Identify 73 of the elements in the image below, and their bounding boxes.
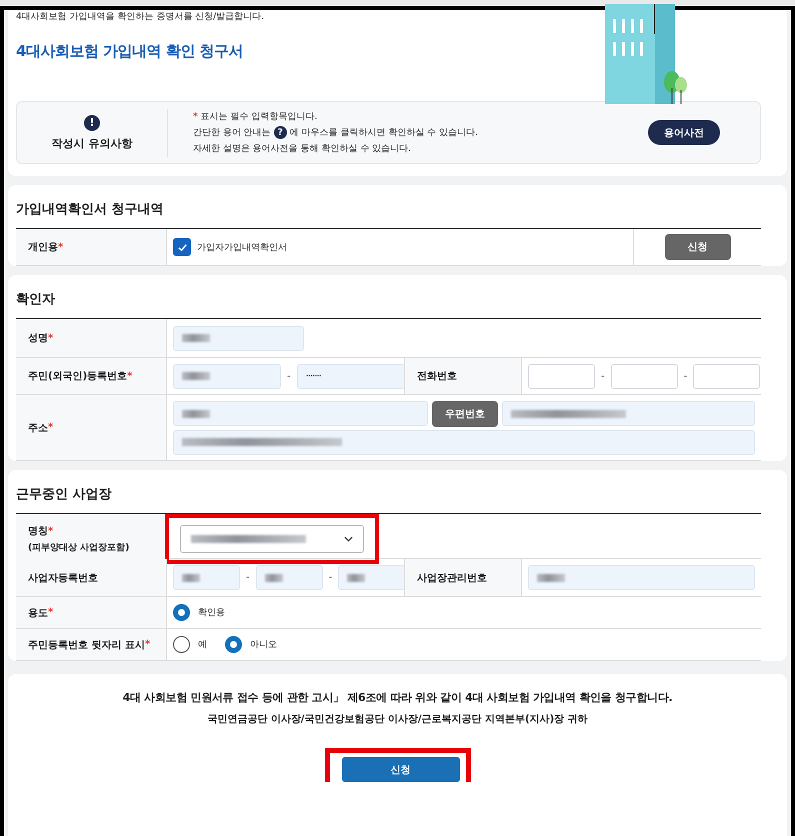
notice-text: 간단한 용어 안내는 — [193, 127, 271, 139]
blurred-value — [537, 574, 565, 582]
blurred-value — [264, 574, 283, 582]
checkbox-label: 가입자가입내역확인서 — [197, 242, 287, 254]
glossary-button[interactable]: 용어사전 — [648, 120, 720, 145]
field-label: 성명 — [28, 332, 48, 345]
required-mark: * — [127, 370, 132, 382]
section-heading: 확인자 — [16, 291, 56, 309]
blurred-value — [347, 574, 366, 582]
input-field[interactable] — [173, 565, 240, 590]
field-label: 개인용 — [28, 241, 58, 254]
field-label: 주민등록번호 뒷자리 표시 — [28, 638, 145, 652]
submit-button[interactable]: 신청 — [342, 757, 460, 782]
field-label: 주소 — [28, 422, 48, 434]
apply-button[interactable]: 신청 — [664, 234, 730, 260]
input-field[interactable]: ······· — [296, 364, 405, 388]
input-field[interactable] — [610, 364, 678, 388]
addressee-text: 국민연금공단 이사장/국민건강보험공단 이사장/근로복지공단 지역본부(지사)장 귀하 — [207, 713, 588, 726]
input-field[interactable] — [693, 364, 760, 388]
warning-icon: ! — [84, 114, 100, 130]
blurred-value — [182, 334, 210, 342]
radio-button[interactable] — [173, 604, 190, 621]
separator: - — [287, 370, 291, 382]
chevron-down-icon — [344, 536, 353, 542]
required-mark: * — [58, 242, 64, 252]
required-mark: * — [48, 332, 54, 344]
input-field[interactable] — [528, 565, 755, 590]
notice-text: 에 마우스를 클릭하시면 확인하실 수 있습니다. — [290, 127, 478, 139]
checkbox[interactable] — [173, 238, 191, 256]
radio-label: 예 — [198, 639, 207, 651]
separator: - — [601, 370, 605, 382]
page-title: 4대사회보험 가입내역 확인 청구서 — [16, 41, 244, 61]
field-note: (피부양대상 사업장포함) — [28, 542, 130, 554]
radio-label: 아니오 — [250, 639, 277, 651]
field-label: 용도 — [28, 606, 48, 620]
input-field[interactable] — [502, 401, 755, 426]
required-mark: * — [48, 422, 54, 433]
separator: - — [246, 572, 250, 583]
notice-text: 표시는 필수 입력항목입니다. — [200, 111, 318, 123]
required-mark: * — [48, 607, 54, 618]
field-label: 명칭 — [28, 526, 48, 537]
intro-text: 4대사회보험 가입내역을 확인하는 증명서를 신청/발급합니다. — [16, 11, 266, 23]
input-field[interactable] — [173, 430, 755, 454]
statement-text: 4대 사회보험 민원서류 접수 등에 관한 고시」 제6조에 따라 위와 같이 4대 사회보험 가입내역 확인을 청구합니다. — [122, 690, 672, 705]
notice-text: 자세한 설명은 용어사전을 통해 확인하실 수 있습니다. — [193, 143, 412, 155]
blurred-value — [182, 372, 210, 380]
field-label: 사업장관리번호 — [417, 572, 487, 584]
field-label: 전화번호 — [417, 370, 457, 383]
field-label: 주민(외국인)등록번호 — [28, 370, 128, 383]
input-field[interactable] — [338, 565, 406, 590]
help-icon[interactable]: ? — [274, 126, 287, 139]
radio-button[interactable] — [173, 636, 190, 653]
field-label: 사업자등록번호 — [28, 572, 98, 584]
postcode-button[interactable]: 우편번호 — [432, 400, 498, 426]
blurred-value — [182, 410, 210, 418]
input-field[interactable] — [173, 401, 428, 426]
separator: - — [684, 370, 688, 382]
radio-label: 확인용 — [198, 607, 225, 619]
required-mark: * — [144, 639, 150, 650]
input-field[interactable] — [173, 326, 304, 350]
input-field[interactable] — [256, 565, 323, 590]
required-mark: * — [193, 112, 198, 122]
required-mark: * — [48, 526, 54, 537]
check-icon — [176, 242, 188, 252]
section-heading: 근무중인 사업장 — [16, 486, 113, 504]
radio-button[interactable] — [225, 636, 242, 653]
separator: - — [328, 572, 332, 583]
notice-heading: 작성시 유의사항 — [52, 136, 132, 150]
section-heading: 가입내역확인서 청구내역 — [16, 201, 165, 219]
input-field[interactable] — [528, 364, 595, 388]
dropdown[interactable] — [180, 525, 364, 553]
blurred-value — [182, 574, 200, 582]
input-field[interactable] — [173, 364, 281, 388]
